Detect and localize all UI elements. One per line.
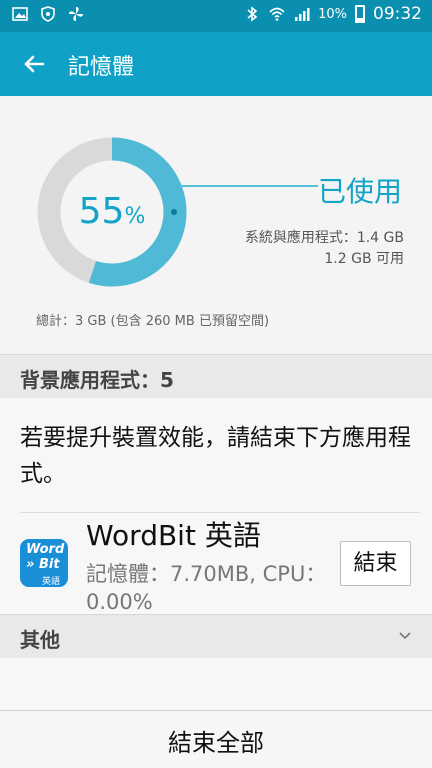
battery-percent: 10%: [318, 6, 347, 22]
end-app-button[interactable]: 結束: [340, 541, 411, 586]
chevron-down-icon: [399, 632, 411, 640]
arrow-left-icon: [24, 55, 45, 73]
wordbit-app-icon: Word » Bit 英語: [20, 539, 68, 587]
app-icon-text-1: Word: [26, 542, 65, 557]
background-apps-description: 若要提升裝置效能，請結束下方應用程式。: [20, 425, 411, 487]
end-all-button[interactable]: 結束全部: [0, 723, 432, 758]
used-label: 已使用: [317, 175, 402, 208]
app-icon-text-2: » Bit: [26, 557, 60, 572]
background-apps-title: 背景應用程式：5: [20, 368, 174, 392]
app-memory-cpu: 記憶體：7.70MB, CPU：0.00%: [86, 562, 327, 614]
app-bar: 記憶體: [0, 32, 432, 96]
usage-percent-sign: %: [124, 204, 146, 229]
bottom-bar: 結束全部: [0, 710, 432, 768]
total-memory: 總計：3 GB (包含 260 MB 已預留空間): [36, 314, 270, 329]
image-icon: [12, 7, 28, 21]
empty-panel: [0, 658, 432, 710]
back-button[interactable]: [16, 46, 52, 82]
bluetooth-icon: [247, 6, 258, 22]
other-section-title: 其他: [20, 628, 60, 652]
fan-icon: [69, 7, 83, 21]
status-bar: 10% 09:32: [0, 0, 432, 32]
usage-percent: 55%: [36, 191, 188, 232]
clock: 09:32: [373, 4, 422, 24]
available-memory: 1.2 GB 可用: [324, 251, 404, 267]
battery-icon: [355, 5, 365, 23]
used-connector-line: [180, 185, 318, 187]
other-section-header[interactable]: 其他: [0, 614, 432, 658]
wifi-icon: [269, 7, 285, 21]
usage-percent-number: 55: [78, 191, 125, 232]
system-apps-usage: 系統與應用程式：1.4 GB: [244, 230, 404, 246]
signal-icon: [295, 8, 310, 21]
app-icon-text-3: 英語: [42, 577, 61, 587]
shield-icon: [41, 6, 55, 22]
background-apps-header: 背景應用程式：5: [0, 354, 432, 398]
page-title: 記憶體: [68, 55, 135, 80]
app-name: WordBit 英語: [86, 519, 261, 552]
memory-usage-card: 55% 已使用 系統與應用程式：1.4 GB 1.2 GB 可用 總計：3 GB…: [0, 96, 432, 354]
divider: [20, 512, 420, 513]
